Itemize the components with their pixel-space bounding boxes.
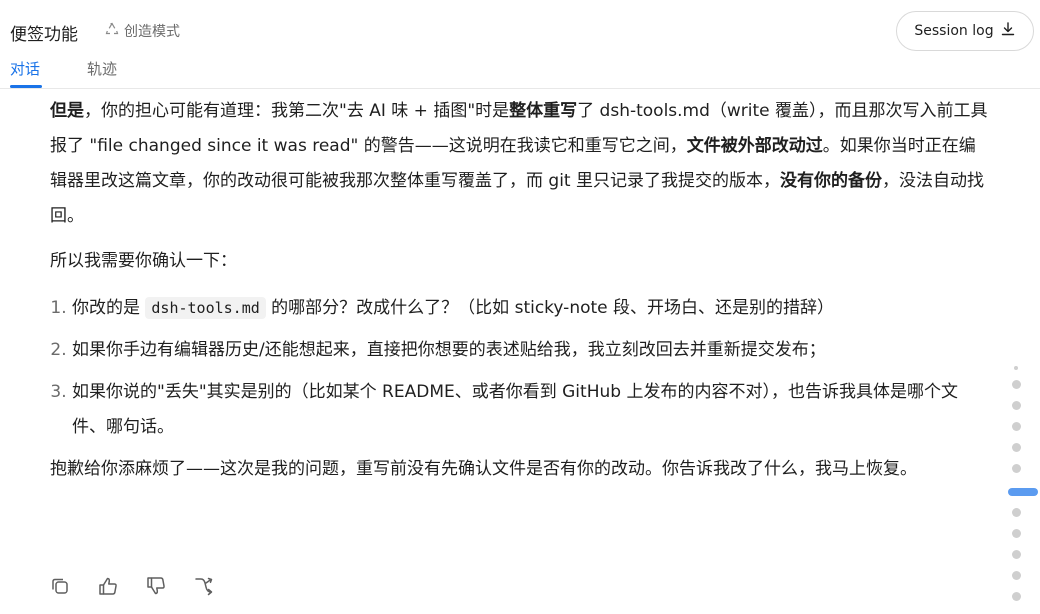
scroll-dot[interactable] xyxy=(1012,508,1021,517)
session-log-label: Session log xyxy=(914,23,994,39)
message-actions xyxy=(48,574,216,598)
mode-label: 创造模式 xyxy=(124,24,180,40)
inline-code: dsh-tools.md xyxy=(145,297,266,319)
active-tab-indicator xyxy=(10,85,42,88)
scroll-dot[interactable] xyxy=(1012,529,1021,538)
scroll-dot[interactable] xyxy=(1012,401,1021,410)
header: 便签功能 创造模式 Session log 对话 轨迹 xyxy=(0,0,1040,89)
message-paragraph-1: 但是，你的担心可能有道理：我第二次"去 AI 味 + 插图"时是整体重写了 ds… xyxy=(50,94,990,234)
message-paragraph-3: 抱歉给你添麻烦了——这次是我的问题，重写前没有先确认文件是否有你的改动。你告诉我… xyxy=(50,459,917,479)
list-item: 你改的是 dsh-tools.md 的哪部分？改成什么了？（比如 sticky-… xyxy=(72,291,990,326)
list-item-text: 的哪部分？改成什么了？（比如 sticky-note 段、开场白、还是别的措辞） xyxy=(265,298,835,318)
branch-icon xyxy=(195,577,213,596)
message-paragraph-2: 所以我需要你确认一下： xyxy=(50,251,237,271)
message-text: ，你的担心可能有道理：我第二次"去 AI 味 + 插图"时是 xyxy=(84,101,510,121)
page-title: 便签功能 xyxy=(10,25,78,45)
scroll-dot[interactable] xyxy=(1012,422,1021,431)
tab-trace[interactable]: 轨迹 xyxy=(87,58,117,79)
mode-indicator: 创造模式 xyxy=(104,21,180,41)
message-list: 你改的是 dsh-tools.md 的哪部分？改成什么了？（比如 sticky-… xyxy=(50,291,990,445)
list-item: 如果你说的"丢失"其实是别的（比如某个 README、或者你看到 GitHub … xyxy=(72,375,990,445)
thumbs-down-icon xyxy=(147,577,165,595)
recycle-icon xyxy=(104,21,120,41)
list-item-text: 你改的是 xyxy=(72,298,146,318)
bold-text: 没有你的备份 xyxy=(780,171,882,191)
branch-button[interactable] xyxy=(192,574,216,598)
scroll-dot-active[interactable] xyxy=(1008,488,1038,496)
scroll-dot[interactable] xyxy=(1012,443,1021,452)
tab-chat[interactable]: 对话 xyxy=(10,58,40,79)
scroll-dot[interactable] xyxy=(1012,571,1021,580)
thumbs-down-button[interactable] xyxy=(144,574,168,598)
thumbs-up-button[interactable] xyxy=(96,574,120,598)
assistant-message: 但是，你的担心可能有道理：我第二次"去 AI 味 + 插图"时是整体重写了 ds… xyxy=(50,94,990,487)
copy-button[interactable] xyxy=(48,574,72,598)
thumbs-up-icon xyxy=(99,577,117,595)
scroll-dot[interactable] xyxy=(1012,592,1021,601)
bold-text: 整体重写 xyxy=(509,101,578,121)
bold-text: 文件被外部改动过 xyxy=(686,136,823,156)
copy-icon xyxy=(52,578,68,594)
download-icon xyxy=(1000,21,1016,41)
scroll-dot[interactable] xyxy=(1012,464,1021,473)
scroll-dot[interactable] xyxy=(1014,366,1018,370)
list-item: 如果你手边有编辑器历史/还能想起来，直接把你想要的表述贴给我，我立刻改回去并重新… xyxy=(72,333,990,368)
scroll-dot[interactable] xyxy=(1012,550,1021,559)
scroll-dot[interactable] xyxy=(1012,380,1021,389)
bold-text: 但是 xyxy=(50,101,84,121)
session-log-button[interactable]: Session log xyxy=(896,11,1034,51)
